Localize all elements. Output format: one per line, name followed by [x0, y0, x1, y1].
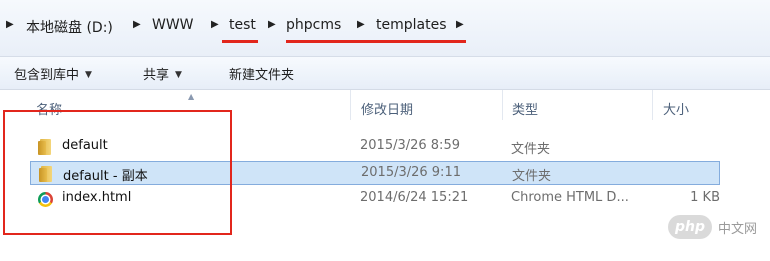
chevron-down-icon: ▼ — [175, 70, 182, 80]
column-divider[interactable] — [502, 90, 503, 120]
sort-caret-icon: ▲ — [188, 92, 195, 101]
column-header-size[interactable]: 大小 — [663, 99, 689, 118]
breadcrumb-templates[interactable]: templates — [376, 17, 447, 33]
file-type: Chrome HTML D... — [511, 190, 629, 205]
file-size: 1 KB — [690, 190, 720, 205]
breadcrumb-separator-icon[interactable]: ▶ — [133, 19, 141, 30]
file-type: 文件夹 — [512, 169, 552, 184]
annotation-highlight-box — [3, 110, 232, 235]
breadcrumb-separator-icon[interactable]: ▶ — [357, 19, 365, 30]
column-header-modified[interactable]: 修改日期 — [361, 99, 413, 118]
column-divider[interactable] — [652, 90, 653, 120]
breadcrumb-phpcms[interactable]: phpcms — [286, 17, 341, 33]
breadcrumb-www[interactable]: WWW — [152, 17, 194, 33]
file-modified: 2015/3/26 8:59 — [360, 138, 460, 153]
annotation-underline — [286, 40, 466, 43]
command-bar: 包含到库中 ▼ 共享 ▼ 新建文件夹 — [0, 57, 770, 90]
column-divider[interactable] — [350, 90, 351, 120]
column-header-type[interactable]: 类型 — [512, 99, 538, 118]
address-bar[interactable]: ▶ 本地磁盘 (D:) ▶ WWW ▶ test ▶ phpcms ▶ temp… — [0, 0, 770, 57]
watermark: php 中文网 — [664, 212, 764, 242]
breadcrumb-local-disk[interactable]: 本地磁盘 (D:) — [26, 17, 113, 37]
watermark-text: 中文网 — [718, 221, 758, 237]
file-type: 文件夹 — [511, 142, 551, 157]
share-label: 共享 — [143, 68, 170, 83]
annotation-underline — [222, 40, 258, 43]
breadcrumb-separator-icon[interactable]: ▶ — [211, 19, 219, 30]
share-button[interactable]: 共享 ▼ — [143, 64, 182, 83]
breadcrumb-separator-icon[interactable]: ▶ — [456, 19, 464, 30]
file-modified: 2014/6/24 15:21 — [360, 190, 469, 205]
breadcrumb-separator-icon[interactable]: ▶ — [268, 19, 276, 30]
watermark-logo: php — [668, 215, 712, 239]
breadcrumb-test[interactable]: test — [229, 17, 256, 33]
include-in-library-button[interactable]: 包含到库中 ▼ — [14, 64, 92, 83]
new-folder-button[interactable]: 新建文件夹 — [229, 64, 294, 83]
breadcrumb-separator-icon[interactable]: ▶ — [6, 19, 14, 30]
include-in-library-label: 包含到库中 — [14, 68, 80, 83]
chevron-down-icon: ▼ — [85, 70, 92, 80]
file-modified: 2015/3/26 9:11 — [361, 165, 461, 180]
